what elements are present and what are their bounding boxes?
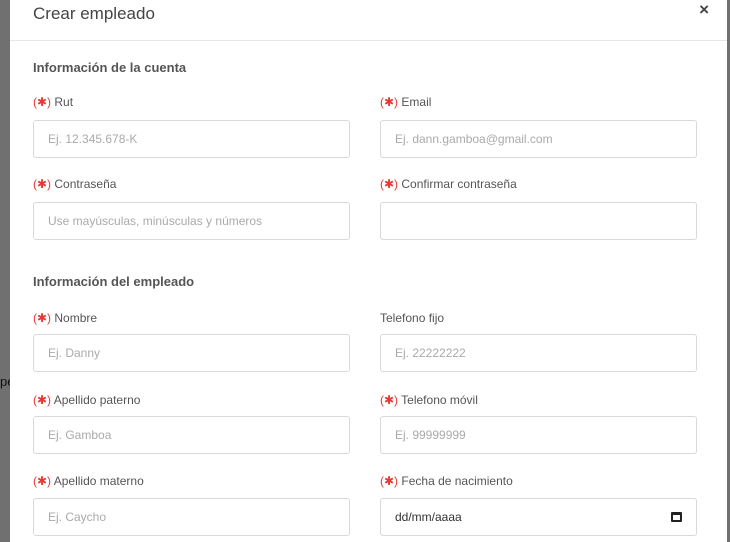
close-button[interactable]: × bbox=[699, 0, 709, 20]
required-marker: (✱) bbox=[33, 393, 52, 407]
background-text: pe bbox=[0, 374, 10, 389]
apellido-materno-input[interactable] bbox=[33, 498, 350, 536]
calendar-icon[interactable] bbox=[671, 512, 682, 522]
rut-label-text: Rut bbox=[54, 95, 74, 109]
nombre-input[interactable] bbox=[33, 334, 350, 372]
required-marker: (✱) bbox=[380, 95, 399, 109]
password-label-text: Contraseña bbox=[54, 177, 117, 191]
required-marker: (✱) bbox=[380, 474, 399, 488]
apellido-paterno-label-text: Apellido paterno bbox=[53, 393, 141, 407]
nombre-label: (✱) Nombre bbox=[33, 311, 97, 325]
nombre-label-text: Nombre bbox=[54, 311, 98, 325]
telefono-fijo-input[interactable] bbox=[380, 334, 697, 372]
email-label: (✱) Email bbox=[380, 95, 431, 109]
modal-title: Crear empleado bbox=[33, 4, 155, 23]
apellido-materno-label: (✱) Apellido materno bbox=[33, 474, 144, 488]
telefono-fijo-label-text: Telefono fijo bbox=[380, 311, 445, 325]
fecha-nacimiento-label: (✱) Fecha de nacimiento bbox=[380, 474, 513, 488]
password-input[interactable] bbox=[33, 202, 350, 240]
date-value: dd/mm/aaaa bbox=[395, 510, 462, 524]
rut-label: (✱) Rut bbox=[33, 95, 73, 109]
password-label: (✱) Contraseña bbox=[33, 177, 116, 191]
telefono-fijo-label: Telefono fijo bbox=[380, 311, 444, 325]
required-marker: (✱) bbox=[33, 95, 52, 109]
fecha-nacimiento-label-text: Fecha de nacimiento bbox=[401, 474, 513, 488]
required-marker: (✱) bbox=[33, 177, 52, 191]
required-marker: (✱) bbox=[380, 393, 399, 407]
confirm-password-input[interactable] bbox=[380, 202, 697, 240]
modal-header: Crear empleado × bbox=[10, 0, 727, 41]
email-label-text: Email bbox=[401, 95, 432, 109]
confirm-password-label-text: Confirmar contraseña bbox=[401, 177, 517, 191]
email-input[interactable] bbox=[380, 120, 697, 158]
apellido-materno-label-text: Apellido materno bbox=[53, 474, 144, 488]
required-marker: (✱) bbox=[33, 474, 52, 488]
apellido-paterno-input[interactable] bbox=[33, 416, 350, 454]
telefono-movil-label-text: Telefono móvil bbox=[401, 393, 478, 407]
telefono-movil-input[interactable] bbox=[380, 416, 697, 454]
create-employee-modal: Crear empleado × Información de la cuent… bbox=[10, 0, 727, 542]
apellido-paterno-label: (✱) Apellido paterno bbox=[33, 393, 140, 407]
required-marker: (✱) bbox=[33, 311, 52, 325]
fecha-nacimiento-input[interactable]: dd/mm/aaaa bbox=[380, 498, 697, 536]
account-section-title: Información de la cuenta bbox=[33, 60, 187, 75]
confirm-password-label: (✱) Confirmar contraseña bbox=[380, 177, 517, 191]
required-marker: (✱) bbox=[380, 177, 399, 191]
employee-section-title: Información del empleado bbox=[33, 274, 195, 289]
modal-backdrop bbox=[0, 0, 10, 542]
rut-input[interactable] bbox=[33, 120, 350, 158]
telefono-movil-label: (✱) Telefono móvil bbox=[380, 393, 478, 407]
